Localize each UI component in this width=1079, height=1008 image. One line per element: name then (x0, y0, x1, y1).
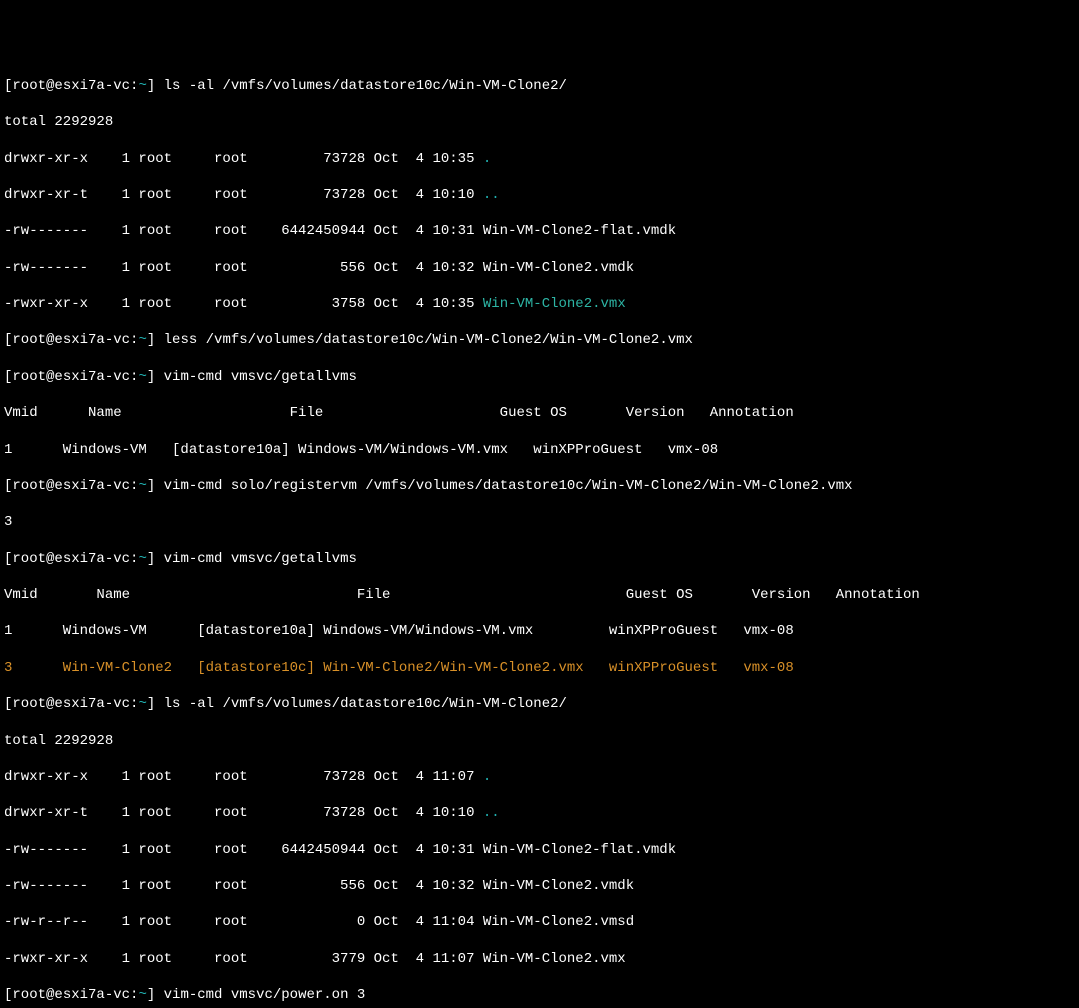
output-line: -rw------- 1 root root 6442450944 Oct 4 … (4, 222, 1075, 240)
command[interactable]: vim-cmd vmsvc/getallvms (155, 551, 357, 567)
output-line: -rw-r--r-- 1 root root 0 Oct 4 11:04 Win… (4, 913, 1075, 931)
terminal-line: [root@esxi7a-vc:~] vim-cmd vmsvc/getallv… (4, 368, 1075, 386)
user-host: root@esxi7a-vc (12, 78, 130, 94)
user-host: root@esxi7a-vc (12, 332, 130, 348)
prompt-tilde: ~ (138, 987, 146, 1003)
command[interactable]: vim-cmd solo/registervm /vmfs/volumes/da… (155, 478, 852, 494)
prompt-tilde: ~ (138, 696, 146, 712)
prompt-bracket: [ (4, 696, 12, 712)
output-line: -rw------- 1 root root 556 Oct 4 10:32 W… (4, 259, 1075, 277)
command[interactable]: ls -al /vmfs/volumes/datastore10c/Win-VM… (155, 78, 567, 94)
prompt-bracket: ] (147, 478, 155, 494)
prompt-bracket: [ (4, 987, 12, 1003)
prompt-bracket: ] (147, 696, 155, 712)
output-line: 1 Windows-VM [datastore10a] Windows-VM/W… (4, 622, 1075, 640)
prompt-bracket: ] (147, 78, 155, 94)
prompt-tilde: ~ (138, 78, 146, 94)
command[interactable]: less /vmfs/volumes/datastore10c/Win-VM-C… (155, 332, 693, 348)
terminal-line: [root@esxi7a-vc:~] less /vmfs/volumes/da… (4, 331, 1075, 349)
user-host: root@esxi7a-vc (12, 478, 130, 494)
output-line: drwxr-xr-t 1 root root 73728 Oct 4 10:10… (4, 186, 1075, 204)
prompt-bracket: [ (4, 551, 12, 567)
prompt-colon: : (130, 987, 138, 1003)
command[interactable]: vim-cmd vmsvc/power.on 3 (155, 987, 365, 1003)
prompt-bracket: ] (147, 332, 155, 348)
output-line: drwxr-xr-x 1 root root 73728 Oct 4 11:07… (4, 768, 1075, 786)
dir-dotdot: .. (483, 187, 500, 203)
output-line: 1 Windows-VM [datastore10a] Windows-VM/W… (4, 441, 1075, 459)
prompt-tilde: ~ (138, 369, 146, 385)
terminal-line: [root@esxi7a-vc:~] vim-cmd vmsvc/power.o… (4, 986, 1075, 1004)
prompt-colon: : (130, 696, 138, 712)
output-line: total 2292928 (4, 732, 1075, 750)
dir-dot: . (483, 769, 491, 785)
output-header: Vmid Name File Guest OS Version Annotati… (4, 404, 1075, 422)
prompt-tilde: ~ (138, 551, 146, 567)
terminal-line: [root@esxi7a-vc:~] vim-cmd vmsvc/getallv… (4, 550, 1075, 568)
command[interactable]: vim-cmd vmsvc/getallvms (155, 369, 357, 385)
command[interactable]: ls -al /vmfs/volumes/datastore10c/Win-VM… (155, 696, 567, 712)
prompt-colon: : (130, 551, 138, 567)
output-header: Vmid Name File Guest OS Version Annotati… (4, 586, 1075, 604)
user-host: root@esxi7a-vc (12, 551, 130, 567)
user-host: root@esxi7a-vc (12, 369, 130, 385)
output-line: -rw------- 1 root root 556 Oct 4 10:32 W… (4, 877, 1075, 895)
terminal-line: [root@esxi7a-vc:~] vim-cmd solo/register… (4, 477, 1075, 495)
output-line: -rwxr-xr-x 1 root root 3779 Oct 4 11:07 … (4, 950, 1075, 968)
output-line: 3 (4, 513, 1075, 531)
terminal-line: [root@esxi7a-vc:~] ls -al /vmfs/volumes/… (4, 77, 1075, 95)
output-line: drwxr-xr-t 1 root root 73728 Oct 4 10:10… (4, 804, 1075, 822)
user-host: root@esxi7a-vc (12, 696, 130, 712)
output-line-highlighted: 3 Win-VM-Clone2 [datastore10c] Win-VM-Cl… (4, 659, 1075, 677)
dir-dot: . (483, 151, 491, 167)
prompt-bracket: ] (147, 551, 155, 567)
output-line: drwxr-xr-x 1 root root 73728 Oct 4 10:35… (4, 150, 1075, 168)
prompt-bracket: ] (147, 987, 155, 1003)
user-host: root@esxi7a-vc (12, 987, 130, 1003)
output-line: -rwxr-xr-x 1 root root 3758 Oct 4 10:35 … (4, 295, 1075, 313)
output-line: total 2292928 (4, 113, 1075, 131)
dir-dotdot: .. (483, 805, 500, 821)
prompt-bracket: ] (147, 369, 155, 385)
output-line: -rw------- 1 root root 6442450944 Oct 4 … (4, 841, 1075, 859)
prompt-tilde: ~ (138, 478, 146, 494)
vmx-file: Win-VM-Clone2.vmx (483, 296, 626, 312)
terminal-line: [root@esxi7a-vc:~] ls -al /vmfs/volumes/… (4, 695, 1075, 713)
prompt-tilde: ~ (138, 332, 146, 348)
